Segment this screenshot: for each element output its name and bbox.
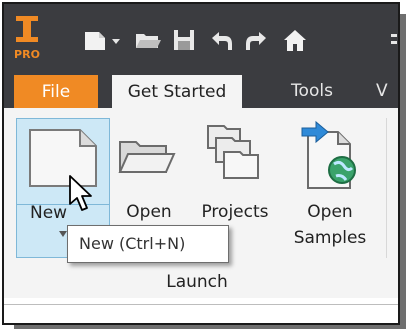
open-samples-icon[interactable]: [296, 118, 362, 192]
save-icon[interactable]: [172, 26, 196, 54]
window-frame: PRO File Get Started Tools V New Open Pr…: [2, 2, 400, 325]
dropdown-arrow-icon[interactable]: [110, 26, 122, 54]
overflow-icon[interactable]: [388, 26, 400, 54]
redo-icon[interactable]: [244, 26, 270, 54]
document-area: [4, 298, 398, 323]
tab-tools[interactable]: Tools: [276, 74, 348, 108]
open-folder-large-icon[interactable]: [116, 136, 176, 176]
divider: [4, 304, 398, 305]
new-button-tooltip: New (Ctrl+N): [67, 225, 229, 263]
open-samples-label-line2[interactable]: Samples: [284, 227, 376, 249]
panel-separator: [386, 118, 387, 258]
new-document-icon[interactable]: [82, 26, 108, 54]
open-samples-label-line1[interactable]: Open: [290, 201, 370, 223]
inventor-logo-icon: PRO: [14, 16, 40, 61]
tab-file[interactable]: File: [14, 75, 98, 108]
quick-access-toolbar: PRO: [4, 4, 398, 72]
projects-button-label[interactable]: Projects: [190, 201, 280, 223]
tab-view-clipped[interactable]: V: [376, 74, 398, 108]
open-button-label[interactable]: Open: [114, 201, 184, 223]
undo-icon[interactable]: [208, 26, 234, 54]
tab-get-started[interactable]: Get Started: [112, 75, 242, 108]
ribbon-tab-bar: File Get Started Tools V: [4, 72, 398, 108]
mouse-cursor-icon: [69, 175, 92, 211]
ribbon-panel-launch: New Open Projects Open Samples Launch Ne…: [4, 108, 398, 299]
projects-icon[interactable]: [204, 120, 260, 184]
logo-text: PRO: [14, 48, 40, 61]
open-folder-icon[interactable]: [134, 26, 162, 54]
home-icon[interactable]: [282, 26, 308, 54]
panel-title-launch: Launch: [166, 272, 228, 292]
new-button-label: New: [30, 203, 68, 223]
